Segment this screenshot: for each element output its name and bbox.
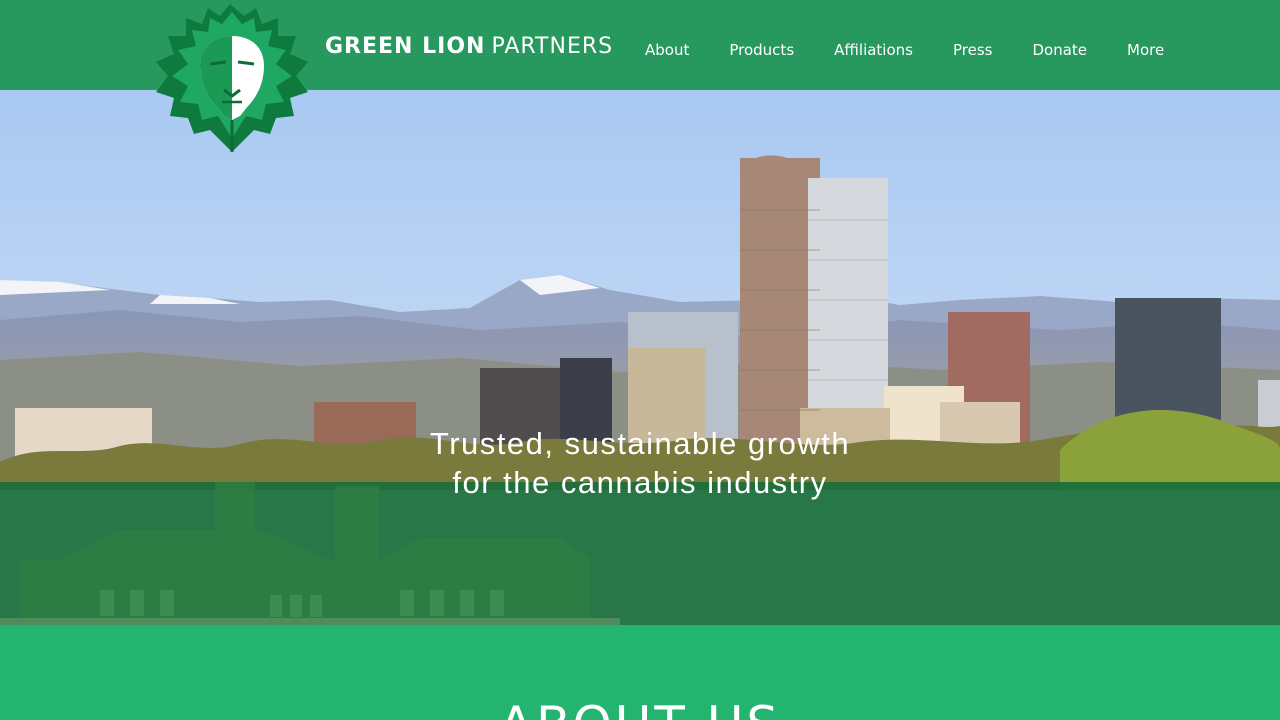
- brand-name-light: PARTNERS: [491, 34, 614, 59]
- about-section: ABOUT US: [0, 625, 1280, 720]
- nav-item-donate[interactable]: Donate: [1012, 41, 1107, 59]
- tagline-band: [0, 482, 1280, 625]
- nav-item-products[interactable]: Products: [709, 41, 814, 59]
- nav-item-about[interactable]: About: [625, 41, 709, 59]
- hero-banner: [0, 90, 1280, 625]
- brand-wordmark[interactable]: GREEN LION PARTNERS: [325, 34, 613, 59]
- nav-item-more[interactable]: More: [1107, 41, 1184, 59]
- hero-tagline: Trusted, sustainable growth for the cann…: [0, 424, 1280, 502]
- lion-head-logo-icon[interactable]: [152, 2, 312, 154]
- brand-name-bold: GREEN LION: [325, 34, 486, 59]
- nav-item-press[interactable]: Press: [933, 41, 1012, 59]
- main-nav: About Products Affiliations Press Donate…: [625, 38, 1184, 62]
- about-heading: ABOUT US: [0, 695, 1280, 720]
- hero-tagline-line-1: Trusted, sustainable growth: [429, 426, 851, 461]
- nav-item-affiliations[interactable]: Affiliations: [814, 41, 933, 59]
- hero-tagline-line-2: for the cannabis industry: [452, 465, 828, 500]
